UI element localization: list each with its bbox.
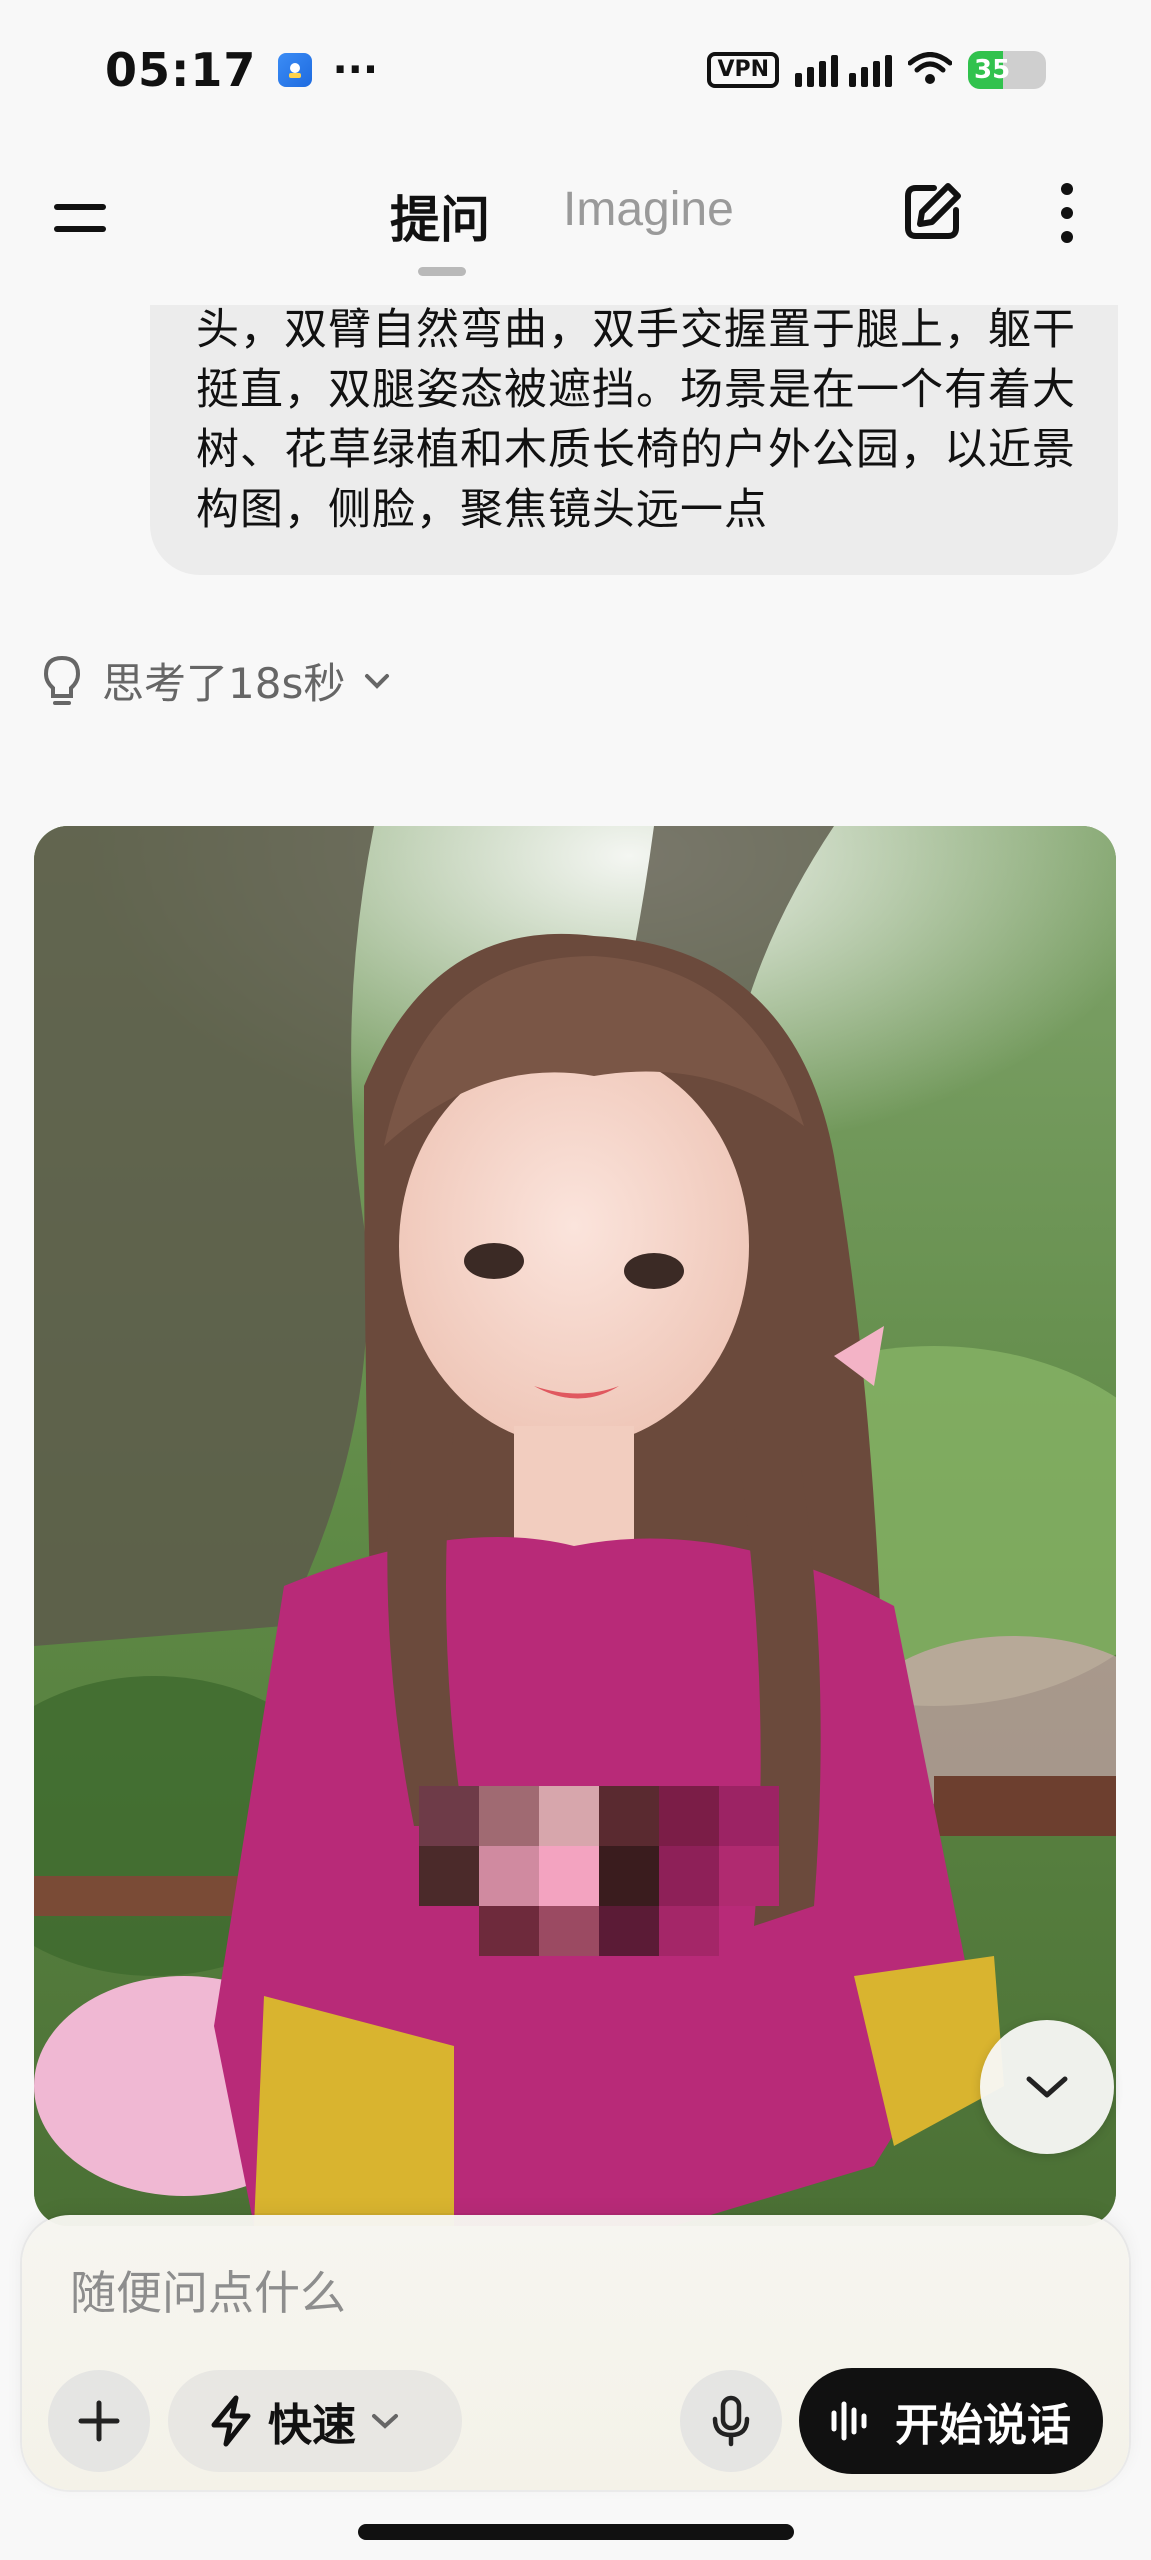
chevron-down-icon (1026, 2076, 1068, 2098)
menu-button[interactable] (50, 192, 110, 248)
more-options-button[interactable] (1052, 180, 1082, 246)
mode-label: 快速 (268, 2400, 356, 2451)
chevron-down-icon (365, 673, 390, 689)
battery-level: 35 (974, 55, 1011, 85)
lightbulb-icon (43, 655, 81, 705)
start-voice-label: 开始说话 (895, 2400, 1071, 2451)
microphone-button[interactable] (680, 2370, 782, 2472)
hamburger-icon (54, 204, 106, 210)
new-chat-button[interactable] (898, 178, 966, 246)
edit-icon (905, 183, 961, 239)
thinking-toggle[interactable]: 思考了18s秒 (40, 650, 391, 711)
app-notification-icon (278, 53, 313, 87)
microphone-icon (712, 2395, 750, 2447)
generated-image[interactable] (34, 826, 1116, 2226)
message-input[interactable]: 随便问点什么 (70, 2257, 346, 2323)
top-app-bar: 提问 Imagine (0, 140, 1151, 305)
mode-selector[interactable]: 快速 (168, 2370, 462, 2472)
chevron-down-icon (372, 2414, 398, 2429)
status-bar: 05:17 ··· VPN 35 (0, 0, 1151, 140)
plus-icon (78, 2400, 120, 2442)
status-icons: VPN 35 (707, 43, 1046, 97)
lightning-icon (211, 2395, 251, 2447)
user-message-text: 头，双臂自然弯曲，双手交握置于腿上，躯干挺直，双腿姿态被遮挡。场景是在一个有着大… (196, 305, 1076, 535)
start-voice-button[interactable]: 开始说话 (799, 2368, 1103, 2474)
thinking-label: 思考了18s秒 (102, 659, 346, 708)
more-notifications-indicator: ··· (332, 47, 379, 93)
scroll-to-bottom-button[interactable] (980, 2020, 1114, 2154)
home-indicator[interactable] (358, 2524, 794, 2540)
tab-ask[interactable]: 提问 (390, 180, 490, 252)
waveform-icon (831, 2401, 867, 2441)
attach-button[interactable] (48, 2370, 150, 2472)
tab-imagine[interactable]: Imagine (563, 182, 734, 237)
battery-icon: 35 (968, 51, 1046, 89)
more-vertical-icon (1061, 183, 1073, 243)
signal-icon (795, 53, 892, 87)
active-tab-indicator (418, 267, 466, 276)
wifi-icon (907, 43, 953, 97)
status-time: 05:17 (105, 43, 257, 97)
vpn-icon: VPN (707, 52, 779, 88)
composer: 随便问点什么 快速 开始说话 (22, 2215, 1129, 2490)
